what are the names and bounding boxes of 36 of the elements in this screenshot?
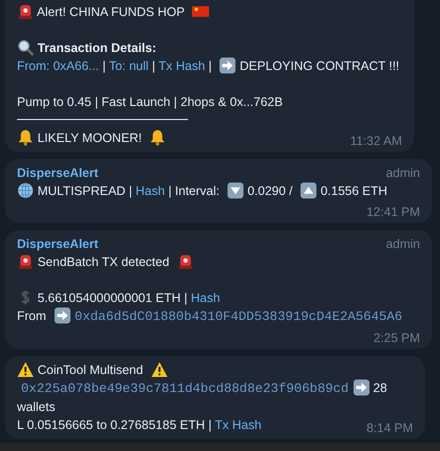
message-time: 11:32 AM: [350, 133, 402, 149]
globe-icon: [17, 182, 34, 199]
role-label: admin: [386, 165, 420, 182]
message-line: Transaction Details:: [17, 39, 402, 57]
message-line: 5.661054000000001 ETH | Hash: [17, 289, 420, 307]
flag-icon: [192, 3, 209, 20]
hash-link[interactable]: Tx Hash: [158, 59, 206, 73]
message-line: L 0.05156665 to 0.27685185 ETH | Tx Hash 8:14 PM: [17, 417, 413, 434]
message-line: Pump to 0.45 | Fast Launch | 2hops & 0x...762B: [17, 94, 284, 111]
hash-link[interactable]: From: 0xA66...: [17, 59, 99, 73]
sender-name[interactable]: DisperseAlert: [17, 164, 98, 182]
message-line: CoinTool Multisend: [17, 361, 413, 379]
message-line: LIKELY MOONER! 11:32 AM: [17, 129, 402, 147]
message-time: 8:14 PM: [366, 420, 413, 436]
message-time: 2:25 PM: [373, 330, 420, 346]
siren-icon: [17, 253, 34, 270]
bell-icon: [149, 129, 166, 146]
address-link[interactable]: 0x225a078be49e39c7811d4bcd88d8e23f906b89cd: [21, 381, 349, 396]
message-line: SendBatch TX detected: [17, 253, 420, 271]
role-label: admin: [386, 236, 420, 253]
magnifier-icon: [17, 39, 34, 56]
message-line: From: 0xA66... | To: null | Tx Hash | DEPLOYING CONTRACT !!!: [17, 57, 400, 75]
address-link[interactable]: 0xda6d5dC01880b4310F4DD5383919cD4E2A5645A6: [74, 309, 402, 324]
sender-name[interactable]: DisperseAlert: [17, 235, 98, 253]
warning-icon: [150, 361, 168, 378]
siren-icon: [176, 253, 194, 270]
hash-link[interactable]: Hash: [136, 184, 165, 198]
warning-icon: [17, 361, 34, 378]
hash-link[interactable]: Hash: [190, 291, 220, 305]
bell-icon: [17, 129, 34, 146]
message-line: Alert! CHINA FUNDS HOP: [17, 3, 402, 21]
hash-link[interactable]: To: null: [108, 59, 149, 73]
siren-icon: [17, 3, 34, 20]
hash-link[interactable]: Tx Hash: [214, 418, 262, 432]
message-line: 0x225a078be49e39c7811d4bcd88d8e23f906b89cd 28 wallets: [17, 379, 388, 416]
message-time: 12:41 PM: [366, 204, 420, 220]
